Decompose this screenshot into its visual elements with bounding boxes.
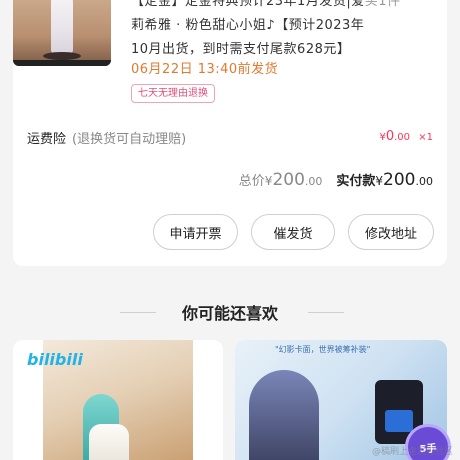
figure-image	[51, 0, 73, 54]
recommend-item-1[interactable]: bilibili	[13, 340, 223, 460]
total-label: 总价	[238, 174, 265, 189]
product-banner: "幻影卡面，世界被筹补装"	[275, 345, 371, 354]
insurance-label: 运费险	[27, 132, 67, 147]
product-title[interactable]: 【定金】定金特典预计23年1月发货|爱买1件 莉希雅 · 粉色甜心小姐♪【预计2…	[131, 0, 436, 62]
ship-time: 06月22日 13:40前发货	[131, 62, 279, 77]
figure-base	[43, 52, 81, 60]
paid-int: 200	[383, 170, 416, 190]
urge-shipping-button[interactable]: 催发货	[251, 214, 335, 250]
insurance-note: (退换货可自动理赔)	[72, 132, 187, 147]
insurance-price-dec: .00	[394, 132, 410, 143]
return-policy-tag: 七天无理由退换	[131, 84, 215, 103]
bag-screen	[385, 410, 413, 432]
totals-row: 总价 ¥ 200 .00 实付款 ¥ 200 .00	[239, 170, 433, 190]
recommend-title: 你可能还喜欢	[181, 304, 278, 323]
insurance-price-int: 0	[385, 129, 395, 144]
total-currency: ¥	[264, 174, 273, 188]
paid-currency: ¥	[375, 174, 384, 188]
thumbnail-strip	[13, 60, 111, 66]
apply-invoice-button[interactable]: 申请开票	[153, 214, 238, 250]
section-rule-right	[308, 312, 344, 313]
title-line-2: 莉希雅 · 粉色甜心小姐♪【预计2023年	[131, 18, 365, 33]
watermark: @稿刷上金发刃社区	[372, 447, 454, 457]
character-image	[249, 370, 319, 460]
paid-dec: .00	[415, 175, 434, 188]
insurance-qty: ×1	[418, 132, 433, 143]
total-dec: .00	[304, 175, 323, 188]
quantity-text: 买1件	[364, 0, 401, 9]
total-int: 200	[272, 170, 305, 190]
title-line-1: 【定金】定金特典预计23年1月发货|爱	[131, 0, 365, 9]
insurance-price: ¥0.00	[379, 129, 410, 144]
paid-label: 实付款	[336, 174, 376, 189]
change-address-button[interactable]: 修改地址	[348, 214, 434, 250]
bilibili-logo: bilibili	[27, 350, 83, 369]
product-thumbnail[interactable]	[13, 0, 111, 66]
figure-dress	[89, 424, 129, 460]
